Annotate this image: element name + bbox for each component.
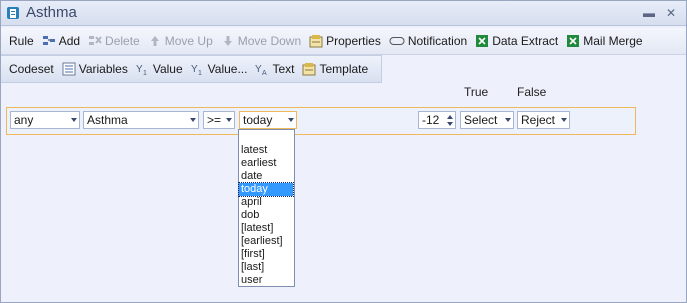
chevron-down-icon	[226, 118, 232, 122]
delete-button[interactable]: Delete	[84, 30, 144, 52]
svg-text:Y: Y	[191, 64, 198, 75]
quantifier-select[interactable]: any	[10, 111, 80, 129]
close-button[interactable]: ✕	[663, 5, 679, 21]
delete-label: Delete	[105, 34, 140, 48]
chevron-down-icon	[71, 118, 77, 122]
value-label: Value	[152, 62, 183, 76]
mail-merge-label: Mail Merge	[583, 34, 643, 48]
rule-button[interactable]: Rule	[1, 30, 38, 52]
false-action-select[interactable]: Reject	[517, 111, 570, 129]
move-down-button[interactable]: Move Down	[217, 30, 305, 52]
false-action-value: Reject	[521, 113, 556, 127]
svg-text:1: 1	[198, 70, 202, 76]
true-action-select[interactable]: Select	[460, 111, 514, 129]
variables-button[interactable]: Variables	[58, 58, 132, 80]
rule-editor-window: Asthma ▬ ✕ Rule Add Delete Move Up Move …	[0, 0, 687, 303]
notification-label: Notification	[407, 34, 468, 48]
minimize-button[interactable]: ▬	[641, 5, 657, 21]
true-column-header: True	[464, 85, 489, 99]
data-extract-label: Data Extract	[492, 34, 559, 48]
svg-text:1: 1	[143, 70, 147, 76]
text-icon: YA	[255, 62, 269, 76]
template-button[interactable]: Template	[298, 58, 372, 80]
move-up-label: Move Up	[164, 34, 213, 48]
add-label: Add	[58, 34, 81, 48]
dropdown-option[interactable]: [latest]	[239, 222, 293, 235]
properties-label: Properties	[326, 34, 381, 48]
properties-button[interactable]: Properties	[305, 30, 385, 52]
dropdown-option[interactable]: [first]	[239, 248, 293, 261]
title-bar: Asthma ▬ ✕	[1, 1, 686, 26]
dropdown-option[interactable]: earliest	[239, 157, 293, 170]
text-label: Text	[272, 62, 295, 76]
svg-text:A: A	[262, 70, 267, 76]
date-reference-value: today	[243, 113, 273, 127]
dropdown-option[interactable]: user	[239, 274, 293, 287]
codeset-label: Codeset	[9, 62, 54, 76]
true-action-value: Select	[464, 113, 498, 127]
value-more-button[interactable]: Y1 Value...	[187, 58, 252, 80]
codeset-select[interactable]: Asthma	[83, 111, 199, 129]
operator-select[interactable]: >=	[203, 111, 235, 129]
add-rule-icon	[42, 34, 56, 48]
dropdown-option[interactable]: latest	[239, 144, 293, 157]
value-button[interactable]: Y1 Value	[132, 58, 187, 80]
notification-icon	[389, 34, 405, 48]
arrow-up-icon	[148, 34, 162, 48]
excel-icon	[566, 34, 580, 48]
chevron-down-icon	[561, 118, 567, 122]
operator-value: >=	[207, 113, 222, 127]
move-up-button[interactable]: Move Up	[144, 30, 217, 52]
rule-toolbar: Rule Add Delete Move Up Move Down Proper…	[1, 28, 686, 55]
excel-icon	[475, 34, 489, 48]
properties-icon	[309, 34, 323, 48]
chevron-down-icon[interactable]	[447, 122, 453, 126]
insert-toolbar: Codeset Variables Y1 Value Y1 Value... Y…	[1, 55, 382, 83]
mail-merge-button[interactable]: Mail Merge	[562, 30, 646, 52]
data-extract-button[interactable]: Data Extract	[471, 30, 562, 52]
template-icon	[302, 62, 316, 76]
chevron-down-icon	[190, 118, 196, 122]
value-icon: Y1	[191, 62, 205, 76]
rule-label: Rule	[9, 34, 34, 48]
codeset-button[interactable]: Codeset	[1, 58, 58, 80]
text-button[interactable]: YA Text	[251, 58, 298, 80]
value-icon: Y1	[136, 62, 150, 76]
dropdown-option[interactable]: today	[238, 182, 294, 197]
date-reference-select[interactable]: today	[239, 111, 297, 129]
arrow-down-icon	[221, 34, 235, 48]
offset-stepper[interactable]: -12	[418, 111, 456, 129]
dropdown-option[interactable]: [last]	[239, 261, 293, 274]
chevron-down-icon	[288, 118, 294, 122]
codeset-value: Asthma	[87, 113, 128, 127]
window-title: Asthma	[26, 4, 77, 21]
move-down-label: Move Down	[237, 34, 302, 48]
date-reference-dropdown: latest earliest date today april dob [latest][…	[238, 129, 295, 287]
variables-icon	[62, 62, 76, 76]
variables-label: Variables	[78, 62, 128, 76]
dropdown-option[interactable]: [earliest]	[239, 235, 293, 248]
chevron-down-icon	[505, 118, 511, 122]
delete-rule-icon	[88, 34, 102, 48]
app-icon	[6, 6, 20, 20]
offset-value: -12	[422, 113, 440, 127]
add-button[interactable]: Add	[38, 30, 84, 52]
dropdown-option[interactable]: dob	[239, 209, 293, 222]
value-more-label: Value...	[207, 62, 248, 76]
quantifier-value: any	[14, 113, 34, 127]
false-column-header: False	[517, 85, 547, 99]
svg-text:Y: Y	[136, 64, 143, 75]
dropdown-option[interactable]: date	[239, 170, 293, 183]
svg-text:Y: Y	[255, 64, 262, 75]
rule-row: any Asthma >= today -12 Select Reject	[6, 107, 636, 135]
template-label: Template	[319, 62, 369, 76]
notification-button[interactable]: Notification	[385, 30, 471, 52]
dropdown-option[interactable]: april	[239, 196, 293, 209]
chevron-up-icon[interactable]	[447, 115, 453, 119]
